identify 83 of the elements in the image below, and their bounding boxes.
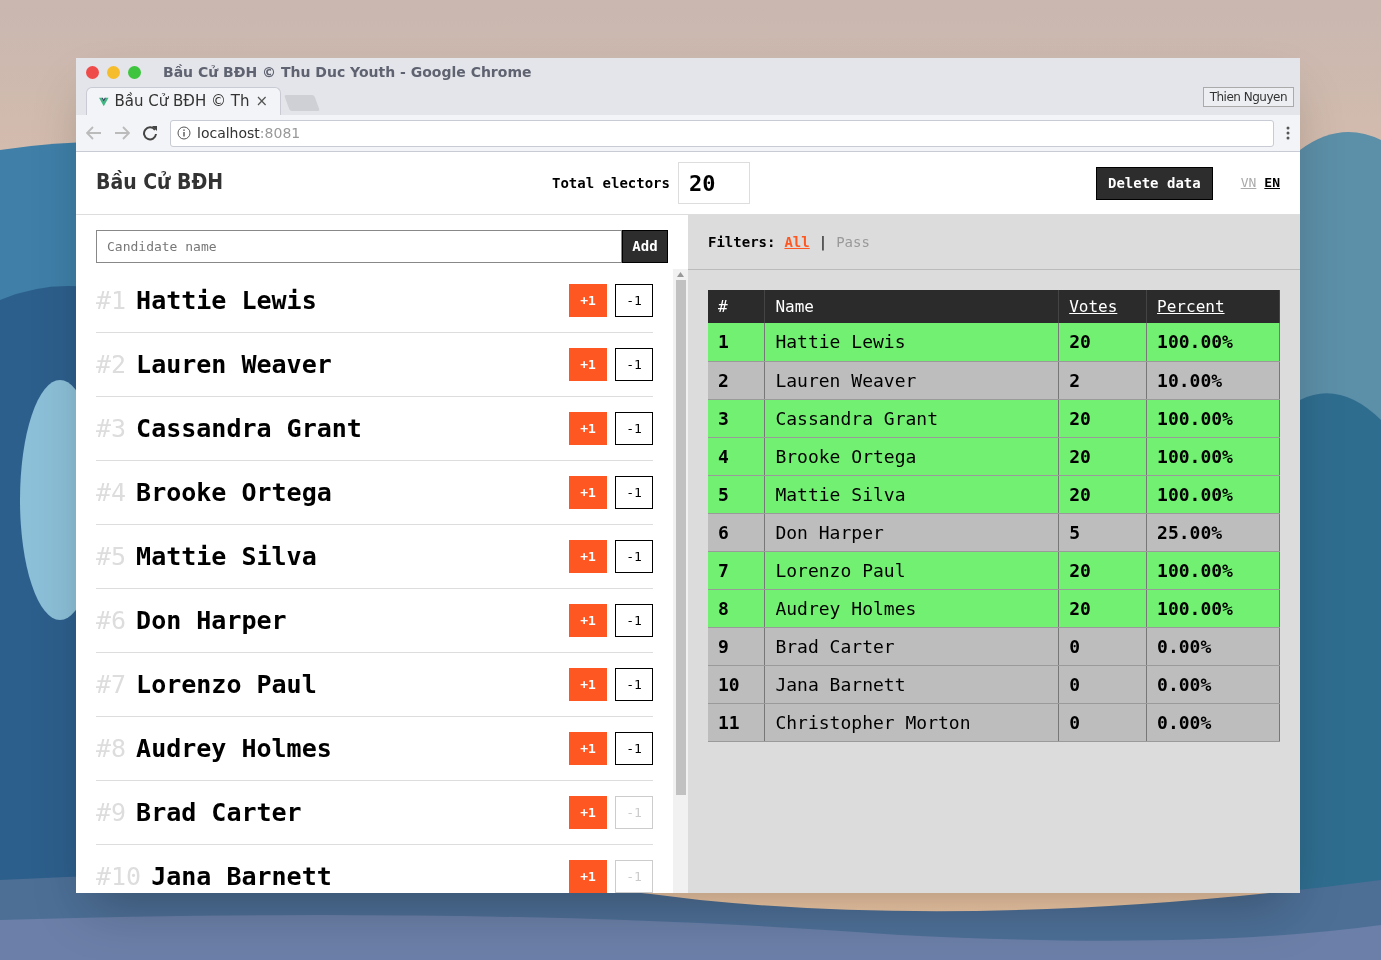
table-cell: 100.00% — [1146, 475, 1280, 513]
electors-field[interactable]: 20 — [677, 162, 750, 204]
table-cell: Christopher Morton — [764, 703, 1059, 741]
forward-icon[interactable] — [114, 126, 130, 140]
table-cell: 9 — [708, 627, 765, 665]
candidate-name: Lauren Weaver — [136, 348, 332, 381]
table-cell: 0.00% — [1146, 665, 1280, 703]
table-cell: Mattie Silva — [764, 475, 1059, 513]
menu-icon[interactable] — [1286, 126, 1290, 140]
table-cell: 20 — [1058, 399, 1147, 437]
table-cell: Brooke Ortega — [764, 437, 1059, 475]
table-cell: 0.00% — [1146, 703, 1280, 741]
table-cell: Audrey Holmes — [764, 589, 1059, 627]
table-cell: 7 — [708, 551, 765, 589]
minus-button[interactable]: -1 — [615, 284, 653, 317]
language-link[interactable]: EN — [1264, 173, 1280, 193]
reload-icon[interactable] — [142, 125, 158, 141]
candidate-name-field[interactable]: Candidate name — [96, 230, 622, 263]
electors-label: Total electors — [551, 173, 670, 193]
table-cell: 5 — [708, 475, 765, 513]
table-cell: 3 — [708, 399, 765, 437]
table-cell: 0.00% — [1146, 627, 1280, 665]
browser-tab[interactable]: Bầu Cử BĐH © Th × — [86, 87, 281, 115]
table-cell: 20 — [1058, 551, 1147, 589]
table-cell: 2 — [1058, 361, 1147, 399]
add-button[interactable]: Add — [622, 230, 668, 263]
candidate-name: Jana Barnett — [151, 860, 332, 893]
candidate-name: Lorenzo Paul — [136, 668, 317, 701]
table-cell: 10 — [708, 665, 765, 703]
minus-button[interactable]: -1 — [615, 604, 653, 637]
info-icon — [177, 126, 191, 140]
table-cell: 5 — [1058, 513, 1147, 551]
table-cell: 20 — [1058, 323, 1147, 361]
scroll-up-icon[interactable] — [677, 272, 684, 277]
candidate-name: Cassandra Grant — [136, 412, 362, 445]
table-cell: 2 — [708, 361, 765, 399]
back-icon[interactable] — [86, 126, 102, 140]
table-cell: Lauren Weaver — [764, 361, 1059, 399]
minus-button[interactable]: -1 — [615, 668, 653, 701]
candidate-name: Mattie Silva — [136, 540, 317, 573]
filter-separator: | — [818, 232, 828, 253]
table-cell: Jana Barnett — [764, 665, 1059, 703]
filters-label: Filters: — [708, 232, 776, 252]
minus-button[interactable]: -1 — [615, 732, 653, 765]
table-cell: 100.00% — [1146, 399, 1280, 437]
table-cell: Don Harper — [764, 513, 1059, 551]
table-cell: 20 — [1058, 437, 1147, 475]
table-cell: Cassandra Grant — [764, 399, 1059, 437]
table-cell: 100.00% — [1146, 589, 1280, 627]
candidate-name: Brooke Ortega — [136, 476, 332, 509]
candidate-name: Hattie Lewis — [136, 284, 317, 317]
table-cell: 11 — [708, 703, 765, 741]
scrollbar[interactable] — [673, 269, 688, 893]
table-cell: 1 — [708, 323, 765, 361]
table-cell: 100.00% — [1146, 323, 1280, 361]
table-cell: Brad Carter — [764, 627, 1059, 665]
minus-button[interactable]: -1 — [615, 348, 653, 381]
table-cell: Lorenzo Paul — [764, 551, 1059, 589]
minus-button[interactable]: -1 — [615, 476, 653, 509]
profile-badge[interactable]: Thien Nguyen — [1202, 87, 1294, 107]
table-cell: 6 — [708, 513, 765, 551]
candidate-name: Brad Carter — [136, 796, 302, 829]
table-cell: 25.00% — [1146, 513, 1280, 551]
table-cell: 0 — [1058, 627, 1147, 665]
app-title: Bầu Cử BĐH — [96, 169, 224, 197]
minus-button[interactable]: -1 — [615, 540, 653, 573]
table-cell: 0 — [1058, 665, 1147, 703]
table-cell: 20 — [1058, 475, 1147, 513]
candidate-name: Don Harper — [136, 604, 287, 637]
table-cell: 0 — [1058, 703, 1147, 741]
candidate-name: Audrey Holmes — [136, 732, 332, 765]
table-cell: 20 — [1058, 589, 1147, 627]
table-cell: 4 — [708, 437, 765, 475]
table-cell: 100.00% — [1146, 551, 1280, 589]
minus-button[interactable]: -1 — [615, 412, 653, 445]
table-cell: 8 — [708, 589, 765, 627]
delete-button[interactable]: Delete data — [1095, 166, 1213, 200]
table-cell: 100.00% — [1146, 437, 1280, 475]
table-cell: 10.00% — [1146, 361, 1280, 399]
table-cell: Hattie Lewis — [764, 323, 1059, 361]
address-field[interactable]: localhost:8081 — [170, 119, 1274, 147]
close-icon[interactable]: × — [255, 90, 268, 113]
window-title: Bầu Cử BĐH © Thu Duc Youth - Google Chrome — [163, 62, 532, 82]
